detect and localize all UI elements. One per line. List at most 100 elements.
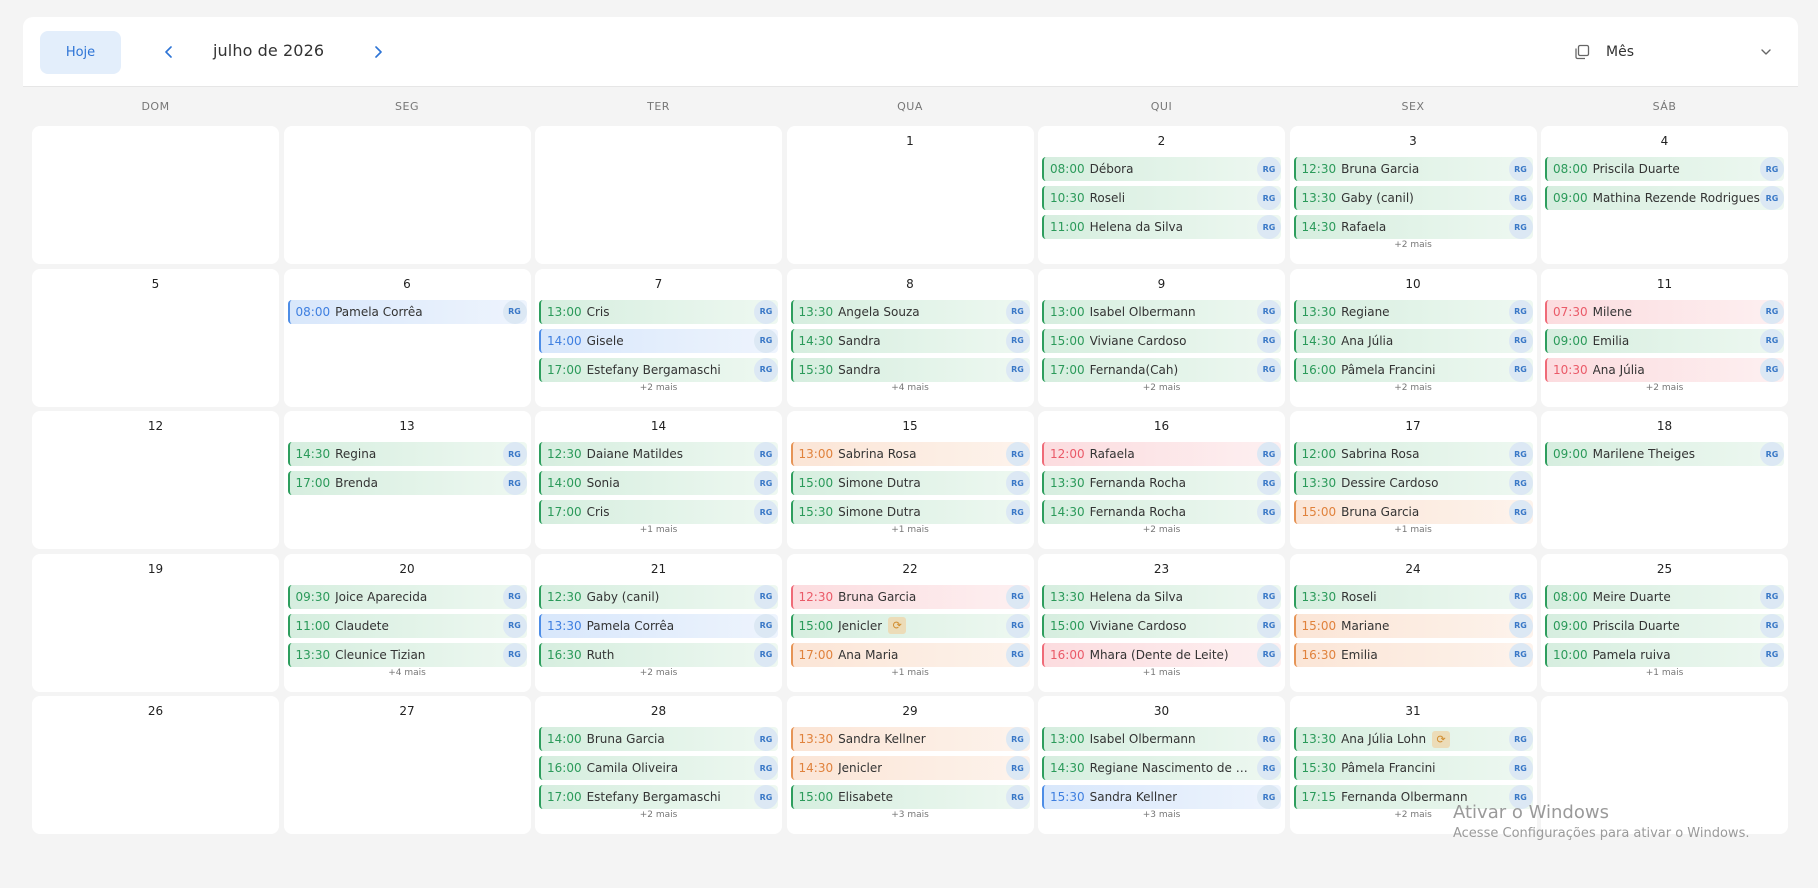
day-cell[interactable]: 24 13:30 Roseli RG 15:00 Mariane RG 16:30 Emilia…	[1289, 553, 1537, 692]
calendar-event[interactable]: 14:30 Fernanda Rocha RG	[1042, 500, 1281, 524]
day-cell[interactable]: 3 12:30 Bruna Garcia RG 13:30 Gaby (canil) RG 1…	[1289, 126, 1537, 264]
day-cell[interactable]: 13 14:30 Regina RG 17:00 Brenda RG	[283, 411, 531, 549]
calendar-event[interactable]: 12:00 Sabrina Rosa RG	[1293, 442, 1533, 466]
calendar-event[interactable]: 14:30 Regiane Nascimento de OliveiraRG	[1042, 756, 1281, 780]
more-events-link[interactable]: +2 mais	[1038, 383, 1285, 393]
more-events-link[interactable]: +2 mais	[1290, 383, 1537, 393]
calendar-event[interactable]: 13:30 Sandra Kellner RG	[790, 727, 1030, 751]
day-cell[interactable]: 28 14:00 Bruna Garcia RG 16:00 Camila Oliveir…	[535, 696, 782, 834]
calendar-event[interactable]: 12:30 Bruna Garcia RG	[1293, 157, 1533, 181]
more-events-link[interactable]: +2 mais	[1541, 383, 1788, 393]
day-cell[interactable]: 23 13:30 Helena da Silva RG 15:00 Viviane Car…	[1038, 553, 1285, 692]
day-cell[interactable]: 19	[32, 553, 279, 692]
more-events-link[interactable]: +1 mais	[787, 525, 1034, 535]
calendar-event[interactable]: 10:30 Roseli RG	[1042, 186, 1281, 210]
calendar-event[interactable]: 15:00 Mariane RG	[1293, 613, 1533, 638]
calendar-event[interactable]: 09:30 Joice Aparecida RG	[287, 584, 527, 609]
day-cell[interactable]: 12	[32, 411, 279, 549]
more-events-link[interactable]: +1 mais	[1290, 525, 1537, 535]
day-cell[interactable]: 1	[786, 126, 1034, 264]
calendar-event[interactable]: 13:30 Regiane RG	[1293, 299, 1533, 324]
calendar-event[interactable]: 14:30 Rafaela RG	[1293, 215, 1533, 239]
calendar-event[interactable]: 17:00 Estefany Bergamaschi RG	[539, 785, 778, 809]
calendar-event[interactable]: 15:00 Jenicler ⟳ RG	[790, 613, 1030, 638]
calendar-event[interactable]: 13:30 Roseli RG	[1293, 584, 1533, 609]
calendar-event[interactable]: 13:30 Pamela Corrêa RG	[539, 613, 778, 638]
day-cell[interactable]: 8 13:30 Angela Souza RG 14:30 Sandra RG 15:30 Sa…	[786, 268, 1034, 407]
day-cell[interactable]: 30 13:00 Isabel Olbermann RG 14:30 Regiane Na…	[1038, 696, 1285, 834]
more-events-link[interactable]: +4 mais	[787, 383, 1034, 393]
day-cell[interactable]: 22 12:30 Bruna Garcia RG 15:00 Jenicler ⟳ RG 17:…	[786, 553, 1034, 692]
day-cell[interactable]: 10 13:30 Regiane RG 14:30 Ana Júlia RG 16:00 Pâm…	[1289, 268, 1537, 407]
next-month-button[interactable]	[367, 41, 389, 63]
day-cell[interactable]: 9 13:00 Isabel Olbermann RG 15:00 Viviane Car…	[1038, 268, 1285, 407]
calendar-event[interactable]: 12:30 Bruna Garcia RG	[790, 584, 1030, 609]
calendar-event[interactable]: 14:30 Sandra RG	[790, 328, 1030, 353]
day-cell[interactable]: 18 09:00 Marilene Theiges RG	[1541, 411, 1788, 549]
day-cell[interactable]: 21 12:30 Gaby (canil) RG 13:30 Pamela Corrêa R…	[535, 553, 782, 692]
more-events-link[interactable]: +1 mais	[1541, 668, 1788, 678]
day-cell[interactable]: 4 08:00 Priscila Duarte RG 09:00 Mathina Reze…	[1541, 126, 1788, 264]
calendar-event[interactable]: 17:00 Ana Maria RG	[790, 642, 1030, 667]
calendar-event[interactable]: 16:30 Emilia RG	[1293, 642, 1533, 667]
calendar-event[interactable]: 13:30 Ana Júlia Lohn ⟳ RG	[1293, 727, 1533, 751]
day-cell[interactable]: 27	[283, 696, 531, 834]
calendar-event[interactable]: 09:00 Mathina Rezende Rodrigues RG	[1545, 186, 1784, 210]
more-events-link[interactable]: +2 mais	[1038, 525, 1285, 535]
calendar-event[interactable]: 13:00 Isabel Olbermann RG	[1042, 299, 1281, 324]
calendar-event[interactable]: 15:00 Bruna Garcia RG	[1293, 500, 1533, 524]
more-events-link[interactable]: +2 mais	[535, 383, 782, 393]
more-events-link[interactable]: +2 mais	[535, 668, 782, 678]
calendar-event[interactable]: 15:30 Sandra RG	[790, 357, 1030, 382]
calendar-event[interactable]: 11:00 Claudete RG	[287, 613, 527, 638]
day-cell[interactable]: 20 09:30 Joice Aparecida RG 11:00 Claudete RG 1…	[283, 553, 531, 692]
calendar-event[interactable]: 16:00 Pâmela Francini RG	[1293, 357, 1533, 382]
calendar-event[interactable]: 15:00 Viviane Cardoso RG	[1042, 328, 1281, 353]
day-cell[interactable]: 6 08:00 Pamela Corrêa RG	[283, 268, 531, 407]
calendar-event[interactable]: 13:30 Cleunice Tizian RG	[287, 642, 527, 667]
calendar-event[interactable]: 08:00 Débora RG	[1042, 157, 1281, 181]
calendar-event[interactable]: 13:30 Helena da Silva RG	[1042, 584, 1281, 609]
calendar-event[interactable]: 13:30 Dessire Cardoso RG	[1293, 471, 1533, 495]
more-events-link[interactable]: +4 mais	[284, 668, 531, 678]
calendar-event[interactable]: 14:00 Bruna Garcia RG	[539, 727, 778, 751]
day-cell[interactable]: 26	[32, 696, 279, 834]
day-cell[interactable]	[283, 126, 531, 264]
calendar-event[interactable]: 13:30 Gaby (canil) RG	[1293, 186, 1533, 210]
calendar-event[interactable]: 13:30 Fernanda Rocha RG	[1042, 471, 1281, 495]
calendar-event[interactable]: 09:00 Priscila Duarte RG	[1545, 613, 1784, 638]
calendar-event[interactable]: 12:30 Gaby (canil) RG	[539, 584, 778, 609]
calendar-event[interactable]: 17:00 Brenda RG	[287, 471, 527, 495]
calendar-event[interactable]: 08:00 Priscila Duarte RG	[1545, 157, 1784, 181]
calendar-event[interactable]: 12:30 Daiane Matildes RG	[539, 442, 778, 466]
day-cell[interactable]: 7 13:00 Cris RG 14:00 Gisele RG 17:00 Estefany B…	[535, 268, 782, 407]
calendar-event[interactable]: 14:30 Jenicler RG	[790, 756, 1030, 780]
calendar-event[interactable]: 11:00 Helena da Silva RG	[1042, 215, 1281, 239]
calendar-event[interactable]: 08:00 Meire Duarte RG	[1545, 584, 1784, 609]
calendar-event[interactable]: 10:30 Ana Júlia RG	[1545, 357, 1784, 382]
calendar-event[interactable]: 16:00 Mhara (Dente de Leite) RG	[1042, 642, 1281, 667]
more-events-link[interactable]: +1 mais	[787, 668, 1034, 678]
calendar-event[interactable]: 16:00 Camila Oliveira RG	[539, 756, 778, 780]
day-cell[interactable]	[535, 126, 782, 264]
calendar-event[interactable]: 13:30 Angela Souza RG	[790, 299, 1030, 324]
calendar-event[interactable]: 10:00 Pamela ruiva RG	[1545, 642, 1784, 667]
day-cell[interactable]: 2 08:00 Débora RG 10:30 Roseli RG 11:00 Helena d…	[1038, 126, 1285, 264]
calendar-event[interactable]: 13:00 Sabrina Rosa RG	[790, 442, 1030, 466]
day-cell[interactable]: 16 12:00 Rafaela RG 13:30 Fernanda Rocha RG 14:…	[1038, 411, 1285, 549]
view-mode-select[interactable]: Mês	[1573, 37, 1783, 67]
calendar-event[interactable]: 17:00 Cris RG	[539, 500, 778, 524]
calendar-event[interactable]: 15:00 Elisabete RG	[790, 785, 1030, 809]
calendar-event[interactable]: 07:30 Milene RG	[1545, 299, 1784, 324]
calendar-event[interactable]: 15:00 Viviane Cardoso RG	[1042, 613, 1281, 638]
day-cell[interactable]: 17 12:00 Sabrina Rosa RG 13:30 Dessire Cardos…	[1289, 411, 1537, 549]
calendar-event[interactable]: 17:00 Fernanda(Cah) RG	[1042, 357, 1281, 382]
more-events-link[interactable]: +1 mais	[1038, 668, 1285, 678]
calendar-event[interactable]: 13:00 Isabel Olbermann RG	[1042, 727, 1281, 751]
calendar-event[interactable]: 15:00 Simone Dutra RG	[790, 471, 1030, 495]
calendar-event[interactable]: 14:00 Sonia RG	[539, 471, 778, 495]
calendar-event[interactable]: 16:30 Ruth RG	[539, 642, 778, 667]
day-cell[interactable]	[32, 126, 279, 264]
previous-month-button[interactable]	[158, 41, 180, 63]
calendar-event[interactable]: 17:00 Estefany Bergamaschi RG	[539, 357, 778, 382]
